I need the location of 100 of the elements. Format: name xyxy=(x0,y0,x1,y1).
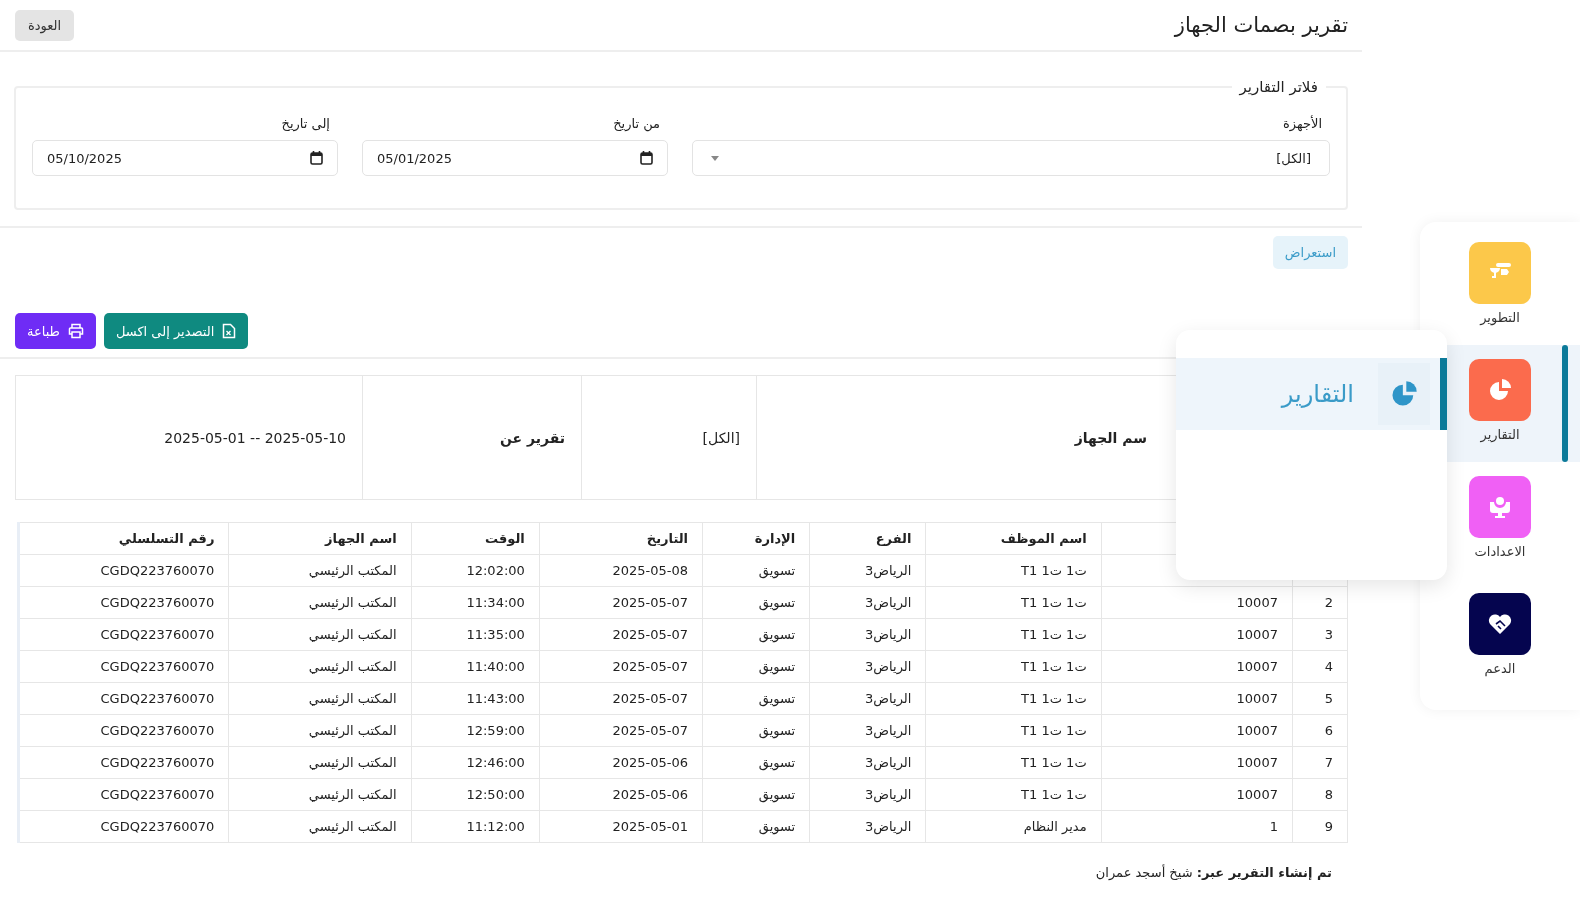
export-excel-button[interactable]: التصدير إلى اكسل xyxy=(103,313,249,349)
table-cell: الرياض3 xyxy=(809,778,926,811)
table-cell: 6 xyxy=(1292,714,1348,747)
table-cell: ت1 ت1 T1 xyxy=(925,746,1102,779)
table-cell: 11:35:00 xyxy=(411,618,540,651)
table-cell: 2025-05-07 xyxy=(539,650,703,683)
page-title: تقرير بصمات الجهاز xyxy=(1174,13,1348,37)
table-cell: ت1 ت1 T1 xyxy=(925,554,1102,587)
table-cell: 11:43:00 xyxy=(411,682,540,715)
table-cell: 2025-05-07 xyxy=(539,586,703,619)
table-cell: الرياض3 xyxy=(809,714,926,747)
column-header: اسم الموظف xyxy=(925,522,1102,555)
sidebar-item[interactable]: الاعدادات xyxy=(1420,462,1580,579)
table-cell: تسويق xyxy=(702,586,810,619)
table-cell: الرياض3 xyxy=(809,586,926,619)
column-header: التاريخ xyxy=(539,522,703,555)
table-cell: 2025-05-08 xyxy=(539,554,703,587)
calendar-icon xyxy=(310,151,323,165)
report-author: تم إنشاء التقرير عبر: شيخ أسجد عمران xyxy=(1095,865,1332,880)
table-cell: مدير النظام xyxy=(925,810,1102,843)
filters-legend: فلاتر التقارير xyxy=(1231,78,1326,96)
sidebar-item[interactable]: الدعم xyxy=(1420,579,1580,696)
field-label: الأجهزة xyxy=(1281,116,1323,131)
table-cell: 11:34:00 xyxy=(411,586,540,619)
table-cell: 2 xyxy=(1292,586,1348,619)
table-cell: 12:59:00 xyxy=(411,714,540,747)
table-cell: 2025-05-01 -- 2025-05-10 xyxy=(15,375,363,500)
table-cell: تسويق xyxy=(702,618,810,651)
table-cell: 2025-05-07 xyxy=(539,618,703,651)
caret-icon xyxy=(711,155,719,161)
table-cell: 10007 xyxy=(1101,618,1293,651)
table-cell: 2025-05-07 xyxy=(539,714,703,747)
table-cell: 11:40:00 xyxy=(411,650,540,683)
table-cell: ت1 ت1 T1 xyxy=(925,586,1102,619)
table-cell: 10007 xyxy=(1101,714,1293,747)
column-header: رقم التسلسلي xyxy=(18,522,229,555)
sidebar-item[interactable]: التطوير xyxy=(1420,228,1580,345)
table-cell: 4 xyxy=(1292,650,1348,683)
table-cell: المكتب الرئيسي xyxy=(228,650,412,683)
table-cell: المكتب الرئيسي xyxy=(228,554,412,587)
column-header: الفرع xyxy=(809,522,926,555)
table-cell: 3 xyxy=(1292,618,1348,651)
date-field[interactable]: 05/10/2025 xyxy=(32,140,338,176)
back-button[interactable]: العودة xyxy=(15,9,75,41)
table-cell: 8 xyxy=(1292,778,1348,811)
print-button[interactable]: طباعة xyxy=(15,313,96,349)
column-header: الإدارة xyxy=(702,522,810,555)
table-cell: المكتب الرئيسي xyxy=(228,618,412,651)
table-cell: 7 xyxy=(1292,746,1348,779)
table-cell: ت1 ت1 T1 xyxy=(925,650,1102,683)
table-cell: 12:02:00 xyxy=(411,554,540,587)
table-cell: تسويق xyxy=(702,714,810,747)
table-cell: 1 xyxy=(1101,810,1293,843)
table-cell: المكتب الرئيسي xyxy=(228,778,412,811)
table-cell: المكتب الرئيسي xyxy=(228,746,412,779)
table-cell: 2025-05-01 xyxy=(539,810,703,843)
table-cell: 12:46:00 xyxy=(411,746,540,779)
table-cell: 10007 xyxy=(1101,682,1293,715)
table-cell: 2025-05-07 xyxy=(539,682,703,715)
column-header: اسم الجهاز xyxy=(228,522,412,555)
table-cell: 9 xyxy=(1292,810,1348,843)
table-cell: الرياض3 xyxy=(809,554,926,587)
table-cell: ت1 ت1 T1 xyxy=(925,618,1102,651)
table-cell: المكتب الرئيسي xyxy=(228,682,412,715)
table-cell: تسويق xyxy=(702,682,810,715)
table-cell: 2025-05-06 xyxy=(539,778,703,811)
table-cell: تسويق xyxy=(702,650,810,683)
pie-chart-icon xyxy=(1487,377,1513,403)
table-cell: 2025-05-06 xyxy=(539,746,703,779)
table-cell: ت1 ت1 T1 xyxy=(925,778,1102,811)
table-cell: ت1 ت1 T1 xyxy=(925,682,1102,715)
table-cell: الرياض3 xyxy=(809,682,926,715)
excel-file-icon xyxy=(222,323,237,339)
table-cell: الرياض3 xyxy=(809,810,926,843)
column-header: الوقت xyxy=(411,522,540,555)
field-label: إلى تاريخ xyxy=(280,116,331,131)
table-cell: الرياض3 xyxy=(809,618,926,651)
table-cell: الرياض3 xyxy=(809,746,926,779)
table-cell: المكتب الرئيسي xyxy=(228,714,412,747)
devices-select[interactable]: [الكل] xyxy=(692,140,1330,176)
table-cell: 10007 xyxy=(1101,746,1293,779)
table-cell: تسويق xyxy=(702,810,810,843)
table-cell: تسويق xyxy=(702,746,810,779)
table-cell: المكتب الرئيسي xyxy=(228,586,412,619)
table-cell: المكتب الرئيسي xyxy=(228,810,412,843)
table-cell: تسويق xyxy=(702,554,810,587)
calendar-icon xyxy=(640,151,653,165)
heart-icon xyxy=(1487,611,1513,637)
table-cell: [الكل] xyxy=(581,375,757,500)
date-field[interactable]: 05/01/2025 xyxy=(362,140,668,176)
table-cell: 5 xyxy=(1292,682,1348,715)
table-cell: 11:12:00 xyxy=(411,810,540,843)
table-cell: تسويق xyxy=(702,778,810,811)
table-cell: 10007 xyxy=(1101,778,1293,811)
monitor-icon xyxy=(1487,494,1513,520)
table-cell: ت1 ت1 T1 xyxy=(925,714,1102,747)
table-cell: تقرير عن xyxy=(362,375,582,500)
table-cell: 10007 xyxy=(1101,586,1293,619)
table-cell: 12:50:00 xyxy=(411,778,540,811)
table-cell: 10007 xyxy=(1101,650,1293,683)
